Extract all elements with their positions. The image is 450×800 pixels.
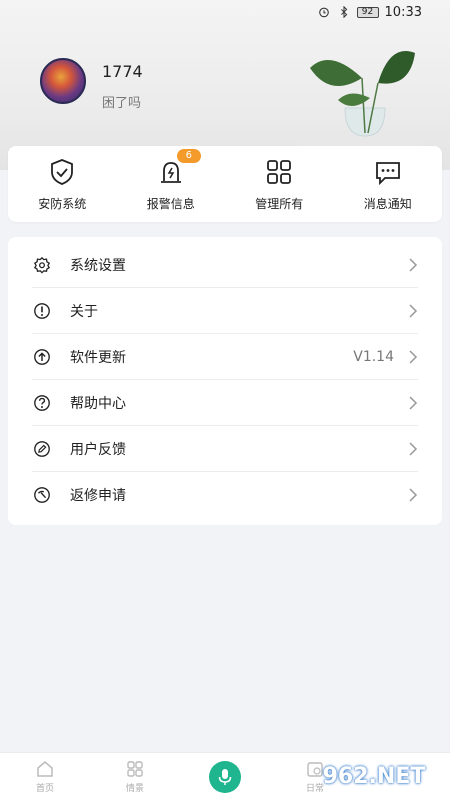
avatar[interactable] — [40, 58, 86, 104]
settings-item-system[interactable]: 系统设置 — [32, 242, 418, 288]
profile-header: 92 10:33 1774 困了吗 — [0, 0, 450, 170]
quick-action-alarms[interactable]: 6 报警信息 — [121, 148, 221, 212]
chevron-right-icon — [409, 350, 418, 364]
settings-item-feedback[interactable]: 用户反馈 — [32, 426, 418, 472]
nav-voice[interactable] — [195, 760, 255, 793]
quick-action-label: 安防系统 — [38, 196, 87, 211]
settings-item-help[interactable]: 帮助中心 — [32, 380, 418, 426]
watermark-logo: 962.NET — [322, 763, 426, 789]
repair-icon — [32, 485, 52, 505]
profile-subtitle: 困了吗 — [102, 96, 142, 111]
settings-item-label: 帮助中心 — [70, 396, 126, 412]
software-version: V1.14 — [353, 349, 394, 365]
quick-action-label: 报警信息 — [146, 196, 195, 211]
settings-list: 系统设置 关于 软件更新 V1.14 帮助中心 用户反馈 返修申请 — [8, 237, 442, 525]
chevron-right-icon — [409, 488, 418, 502]
nav-label: 首页 — [35, 784, 54, 794]
bluetooth-icon — [337, 5, 351, 19]
settings-item-about[interactable]: 关于 — [32, 288, 418, 334]
quick-action-manage[interactable]: 管理所有 — [229, 157, 329, 212]
shield-check-icon — [51, 158, 74, 185]
profile-name: 1774 — [102, 62, 143, 81]
alarm-clock-icon — [317, 5, 331, 19]
message-icon — [375, 161, 400, 185]
settings-item-label: 用户反馈 — [70, 442, 126, 458]
help-icon — [32, 393, 52, 413]
nav-home[interactable]: 首页 — [15, 759, 75, 794]
quick-action-notifications[interactable]: 消息通知 — [338, 157, 438, 212]
battery-indicator: 92 — [356, 6, 379, 18]
pen-icon — [32, 439, 52, 459]
settings-item-label: 系统设置 — [70, 258, 126, 274]
quick-actions-card: 安防系统 6 报警信息 管理所有 消息通知 — [8, 146, 442, 222]
chevron-right-icon — [409, 442, 418, 456]
quick-action-label: 消息通知 — [363, 196, 412, 211]
settings-item-label: 软件更新 — [70, 350, 126, 366]
scene-grid-icon — [127, 761, 143, 777]
settings-item-repair[interactable]: 返修申请 — [32, 472, 418, 518]
settings-item-update[interactable]: 软件更新 V1.14 — [32, 334, 418, 380]
settings-item-label: 返修申请 — [70, 488, 126, 504]
plant-decoration — [300, 51, 420, 158]
info-icon — [32, 301, 52, 321]
quick-action-label: 管理所有 — [255, 196, 304, 211]
alarm-count-badge: 6 — [176, 148, 201, 163]
chevron-right-icon — [409, 304, 418, 318]
status-time: 10:33 — [384, 4, 422, 20]
gear-icon — [32, 255, 52, 275]
grid-icon — [267, 159, 292, 184]
microphone-button[interactable] — [209, 760, 241, 793]
status-bar: 92 10:33 — [0, 0, 450, 24]
upload-icon — [32, 347, 52, 367]
microphone-icon — [218, 768, 232, 785]
quick-action-security[interactable]: 安防系统 — [12, 157, 112, 212]
settings-item-label: 关于 — [70, 304, 98, 320]
chevron-right-icon — [409, 396, 418, 410]
nav-label: 情景 — [125, 784, 144, 794]
chevron-right-icon — [409, 258, 418, 272]
home-icon — [37, 761, 53, 777]
nav-scenes[interactable]: 情景 — [105, 759, 165, 794]
